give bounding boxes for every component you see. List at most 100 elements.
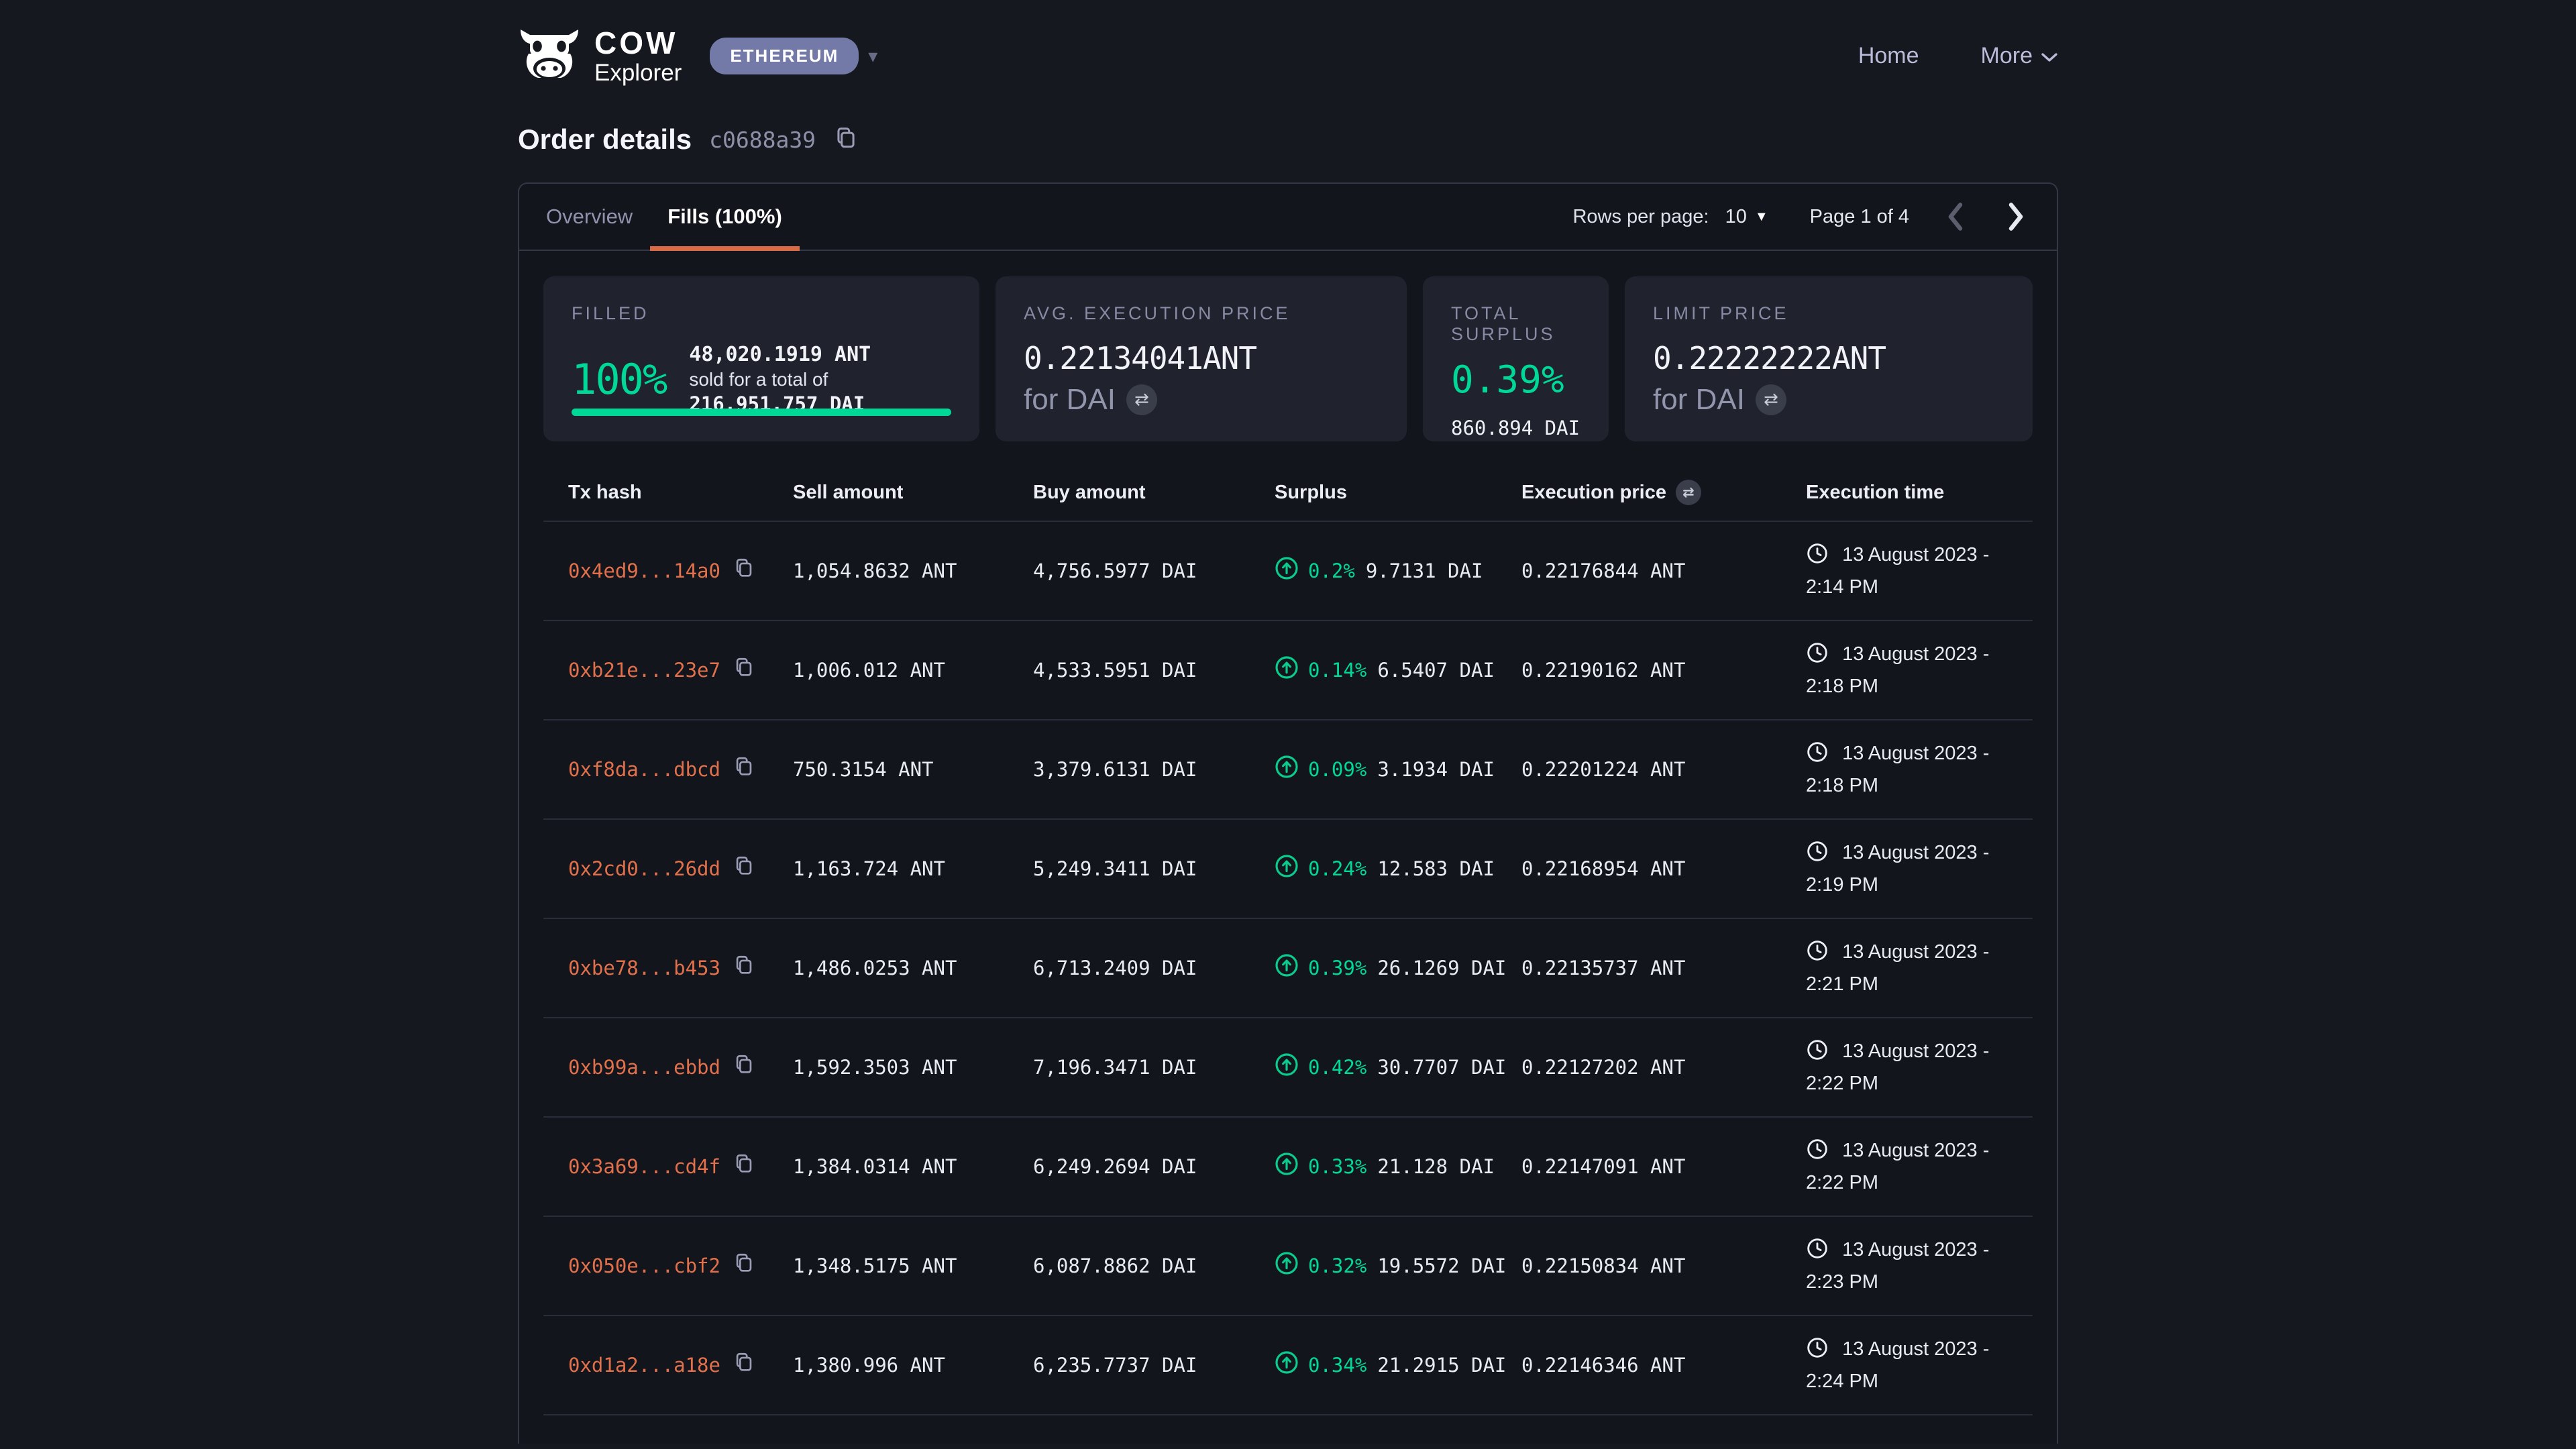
- col-header-sell-amount: Sell amount: [793, 482, 1033, 504]
- execution-price: 0.22201224 ANT: [1521, 758, 1806, 781]
- fill-progress-track: [572, 409, 951, 416]
- total-surplus-card: TOTAL SURPLUS 0.39% 860.894 DAI: [1423, 276, 1609, 441]
- execution-price: 0.22190162 ANT: [1521, 659, 1806, 682]
- clock-icon: [1806, 846, 1834, 867]
- filled-card: FILLED 100% 48,020.1919 ANT sold for a t…: [543, 276, 979, 441]
- tab-overview[interactable]: Overview: [529, 184, 650, 250]
- logo-subtitle: Explorer: [594, 61, 682, 85]
- buy-amount: 7,196.3471 DAI: [1033, 1056, 1275, 1079]
- clock-icon: [1806, 548, 1834, 570]
- clock-icon: [1806, 1342, 1834, 1364]
- col-header-surplus: Surplus: [1275, 482, 1521, 504]
- table-row: 0x050e...cbf2 1,348.5175 ANT 6,087.8862 …: [543, 1217, 2033, 1316]
- tx-hash-link[interactable]: 0x3a69...cd4f: [568, 1155, 720, 1178]
- surplus-percent: 0.33%: [1308, 1155, 1366, 1178]
- copy-order-id-icon[interactable]: [833, 125, 859, 154]
- invert-price-icon[interactable]: ⇄: [1756, 384, 1786, 415]
- table-row: 0xb99a...ebbd 1,592.3503 ANT 7,196.3471 …: [543, 1018, 2033, 1118]
- cow-explorer-logo[interactable]: COW Explorer: [518, 27, 682, 85]
- execution-price: 0.22168954 ANT: [1521, 857, 1806, 880]
- sell-amount: 1,348.5175 ANT: [793, 1254, 1033, 1277]
- clock-icon: [1806, 1144, 1834, 1165]
- nav-home-link[interactable]: Home: [1858, 43, 1919, 69]
- rows-per-page-select[interactable]: 10 ▼: [1725, 206, 1768, 228]
- surplus-percent: 0.32%: [1308, 1254, 1366, 1277]
- tx-hash-link[interactable]: 0xb21e...23e7: [568, 659, 720, 682]
- surplus-percent: 0.2%: [1308, 559, 1355, 582]
- invert-price-icon[interactable]: ⇄: [1126, 384, 1157, 415]
- limit-price-card: LIMIT PRICE 0.22222222ANT for DAI ⇄: [1625, 276, 2033, 441]
- tx-hash-link[interactable]: 0xb99a...ebbd: [568, 1056, 720, 1079]
- tx-hash-link[interactable]: 0x4ed9...14a0: [568, 559, 720, 582]
- rows-per-page-value: 10: [1725, 206, 1747, 228]
- tx-hash-link[interactable]: 0x050e...cbf2: [568, 1254, 720, 1277]
- table-row: 0xf8da...dbcd 750.3154 ANT 3,379.6131 DA…: [543, 720, 2033, 820]
- surplus-percent: 0.34%: [1308, 1354, 1366, 1377]
- tab-fills[interactable]: Fills (100%): [650, 184, 800, 250]
- surplus-amount: 6.5407 DAI: [1377, 659, 1495, 682]
- copy-tx-hash-icon[interactable]: [733, 1152, 755, 1181]
- copy-tx-hash-icon[interactable]: [733, 656, 755, 684]
- rows-caret-down-icon: ▼: [1755, 209, 1768, 225]
- execution-price: 0.22135737 ANT: [1521, 957, 1806, 979]
- surplus-amount: 30.7707 DAI: [1377, 1056, 1506, 1079]
- next-page-button[interactable]: [2002, 201, 2030, 232]
- invert-price-icon[interactable]: ⇄: [1676, 480, 1701, 505]
- copy-tx-hash-icon[interactable]: [733, 1351, 755, 1379]
- buy-amount: 4,533.5951 DAI: [1033, 659, 1275, 682]
- copy-tx-hash-icon[interactable]: [733, 954, 755, 982]
- filled-percent: 100%: [572, 355, 666, 404]
- execution-price: 0.22147091 ANT: [1521, 1155, 1806, 1178]
- rows-per-page-label: Rows per page:: [1572, 206, 1709, 228]
- surplus-amount: 21.2915 DAI: [1377, 1354, 1506, 1377]
- surplus-up-arrow-icon: [1275, 1350, 1299, 1380]
- avg-price-value: 0.22134041ANT: [1024, 340, 1379, 376]
- clock-icon: [1806, 1243, 1834, 1265]
- copy-tx-hash-icon[interactable]: [733, 1252, 755, 1280]
- clock-icon: [1806, 747, 1834, 768]
- buy-amount: 4,756.5977 DAI: [1033, 559, 1275, 582]
- tx-hash-link[interactable]: 0x2cd0...26dd: [568, 857, 720, 880]
- tabs-bar: Overview Fills (100%) Rows per page: 10 …: [519, 184, 2057, 251]
- execution-price: 0.22176844 ANT: [1521, 559, 1806, 582]
- fill-progress-bar: [572, 409, 951, 416]
- buy-amount: 6,249.2694 DAI: [1033, 1155, 1275, 1178]
- order-panel: Overview Fills (100%) Rows per page: 10 …: [518, 182, 2058, 1444]
- execution-price: 0.22150834 ANT: [1521, 1254, 1806, 1277]
- page-indicator: Page 1 of 4: [1810, 206, 1909, 228]
- col-header-buy-amount: Buy amount: [1033, 482, 1275, 504]
- surplus-amount: 21.128 DAI: [1377, 1155, 1495, 1178]
- limit-price-unit: for DAI: [1653, 383, 1745, 417]
- table-row: 0x3a69...cd4f 1,384.0314 ANT 6,249.2694 …: [543, 1118, 2033, 1217]
- network-selector-badge[interactable]: ETHEREUM: [710, 38, 859, 74]
- tx-hash-link[interactable]: 0xf8da...dbcd: [568, 758, 720, 781]
- total-surplus-label: TOTAL SURPLUS: [1451, 303, 1580, 345]
- network-caret-down-icon[interactable]: ▾: [868, 45, 877, 67]
- avg-price-unit: for DAI: [1024, 383, 1116, 417]
- top-bar: COW Explorer ETHEREUM ▾ Home More: [518, 0, 2058, 87]
- surplus-up-arrow-icon: [1275, 1251, 1299, 1281]
- limit-price-value: 0.22222222ANT: [1653, 340, 2004, 376]
- surplus-percent: 0.42%: [1308, 1056, 1366, 1079]
- tx-hash-link[interactable]: 0xd1a2...a18e: [568, 1354, 720, 1377]
- col-header-execution-price: Execution price: [1521, 482, 1666, 504]
- main-nav: Home More: [1858, 43, 2058, 69]
- surplus-percent: 0.24%: [1308, 857, 1366, 880]
- copy-tx-hash-icon[interactable]: [733, 557, 755, 585]
- previous-page-button[interactable]: [1941, 201, 1970, 232]
- total-surplus-percent: 0.39%: [1451, 358, 1580, 402]
- limit-price-label: LIMIT PRICE: [1653, 303, 2004, 324]
- nav-more-menu[interactable]: More: [1981, 43, 2058, 69]
- fills-table-header: Tx hash Sell amount Buy amount Surplus E…: [543, 464, 2033, 522]
- nav-more-label: More: [1981, 43, 2033, 69]
- cow-head-icon: [518, 27, 581, 85]
- copy-tx-hash-icon[interactable]: [733, 1053, 755, 1081]
- copy-tx-hash-icon[interactable]: [733, 855, 755, 883]
- surplus-up-arrow-icon: [1275, 1053, 1299, 1082]
- table-row: 0x2cd0...26dd 1,163.724 ANT 5,249.3411 D…: [543, 820, 2033, 919]
- tx-hash-link[interactable]: 0xbe78...b453: [568, 957, 720, 979]
- copy-tx-hash-icon[interactable]: [733, 755, 755, 784]
- avg-execution-price-card: AVG. EXECUTION PRICE 0.22134041ANT for D…: [996, 276, 1407, 441]
- surplus-percent: 0.09%: [1308, 758, 1366, 781]
- table-row: 0xb21e...23e7 1,006.012 ANT 4,533.5951 D…: [543, 621, 2033, 720]
